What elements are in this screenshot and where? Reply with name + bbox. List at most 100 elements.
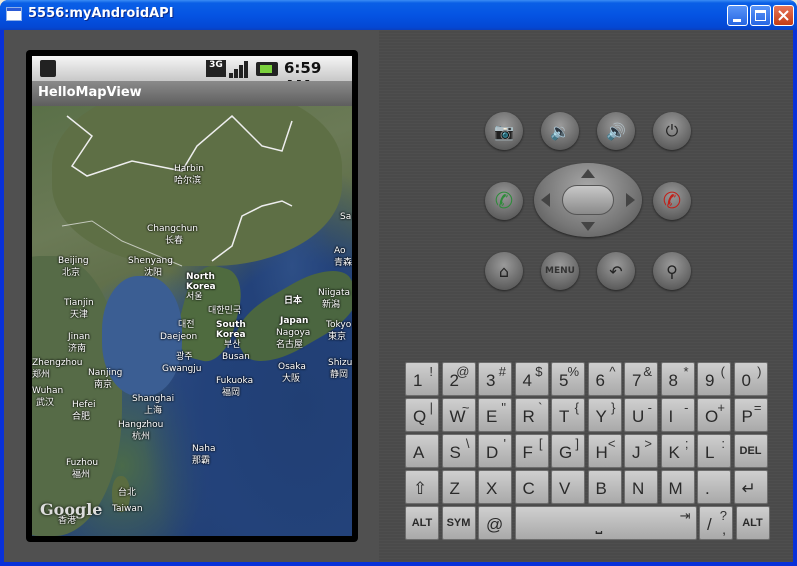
menu-button[interactable]: MENU [541,252,579,290]
key-label: B [595,479,607,498]
key-label: 7 [632,371,642,390]
key-p[interactable]: P = [733,398,768,432]
volume-down-button[interactable]: 🔉 [541,112,579,150]
map-label: 서울 [186,292,203,302]
back-button[interactable]: ↶ [597,252,635,290]
key-label: 4 [522,371,532,390]
key-m[interactable]: M [660,470,695,504]
map-view[interactable]: Harbin 哈尔滨 Changchun 长春 Shenyang 沈阳 Beijing 北京 T… [32,106,352,536]
key-alt-label: ` [538,400,543,415]
call-button[interactable]: ✆ [485,182,523,220]
key-2[interactable]: 2 @ [441,362,476,396]
dpad[interactable] [534,163,642,237]
key-d[interactable]: D ' [478,434,512,468]
volume-up-button[interactable]: 🔊 [597,112,635,150]
key-label: 0 [741,371,751,390]
key-4[interactable]: 4 $ [514,362,549,396]
key-x[interactable]: X [478,470,512,504]
map-label: Gwangju [162,364,202,374]
key-alt-right[interactable]: ALT [735,506,770,540]
key-c[interactable]: C [514,470,549,504]
key-z[interactable]: Z [441,470,476,504]
key-period[interactable]: . [697,470,731,504]
home-button[interactable]: ⌂ [485,252,523,290]
controls-panel: 📷 🔉 🔊 ⏻ ✆ ✆ ⌂ MENU ↶ ⚲ 1! 2 @3 #4 $5% 6 ^ 7 & 8 * 9(0) Q | W ~… [379,30,793,562]
map-label: 济南 [68,344,87,354]
key-slash[interactable]: /?, [699,506,733,540]
key-8[interactable]: 8 * [660,362,695,396]
phone-panel: 3G 6:59 AM HelloMapView [4,30,379,562]
key-alt-label: # [498,364,506,379]
key-alt-label: @ [456,364,470,379]
key-k[interactable]: K; [660,434,695,468]
dpad-center-button[interactable] [562,185,614,215]
key-shift[interactable]: ⇧ [405,470,439,504]
key-t[interactable]: T{ [551,398,585,432]
key-sym[interactable]: SYM [441,506,476,540]
key-i[interactable]: I- [660,398,695,432]
key-alt-label: : [721,436,725,451]
search-button[interactable]: ⚲ [653,252,691,290]
key-alt-label: ] [575,436,579,451]
emulator-client: 3G 6:59 AM HelloMapView [4,30,793,562]
key-u[interactable]: U- [624,398,658,432]
key-v[interactable]: V [551,470,585,504]
map-label: 合肥 [72,412,91,422]
key-delete[interactable]: DEL [733,434,768,468]
dpad-down-icon[interactable] [581,222,595,231]
key-f[interactable]: F[ [514,434,549,468]
power-button[interactable]: ⏻ [653,112,691,150]
map-label: 郑州 [32,370,51,380]
title-bar[interactable]: 5556:myAndroidAPI [0,0,797,30]
key-j[interactable]: J > [624,434,658,468]
key-w[interactable]: W ~ [441,398,476,432]
key-label: ALT [411,517,433,529]
maximize-button[interactable] [750,5,771,26]
key-label: M [668,479,683,498]
dpad-up-icon[interactable] [581,169,595,178]
key-a[interactable]: A [405,434,439,468]
map-label: 大阪 [282,374,301,384]
key-r[interactable]: R ` [514,398,549,432]
device-screen[interactable]: 3G 6:59 AM HelloMapView [32,56,352,536]
map-label: 福岡 [222,388,241,398]
volume-up-icon: 🔊 [606,121,626,141]
key-e[interactable]: E " [478,398,512,432]
screen-frame: 3G 6:59 AM HelloMapView [26,50,358,542]
key-q[interactable]: Q | [405,398,439,432]
dpad-left-icon[interactable] [541,193,550,207]
key-0[interactable]: 0) [733,362,768,396]
key-7[interactable]: 7 & [624,362,658,396]
home-icon: ⌂ [498,261,510,281]
key-9[interactable]: 9( [697,362,731,396]
key-6[interactable]: 6 ^ [587,362,622,396]
map-label: Busan [222,352,250,362]
end-call-button[interactable]: ✆ [653,182,691,220]
app-title-bar: HelloMapView [32,81,352,106]
key-1[interactable]: 1! [405,362,439,396]
close-button[interactable] [773,5,794,26]
volume-down-icon: 🔉 [550,121,570,141]
key-alt[interactable]: ALT [405,506,439,540]
key-alt-label: < [607,436,616,451]
key-3[interactable]: 3 # [478,362,512,396]
key-s[interactable]: S \ [441,434,476,468]
key-h[interactable]: H < [587,434,622,468]
key-n[interactable]: N [624,470,658,504]
minimize-button[interactable] [727,5,748,26]
key-label: ALT [742,517,763,529]
key-b[interactable]: B [587,470,622,504]
camera-button[interactable]: 📷 [485,112,523,150]
status-bar[interactable]: 3G 6:59 AM [32,56,352,95]
key-y[interactable]: Y} [587,398,622,432]
map-label: Osaka [278,362,306,372]
key-o[interactable]: O + [697,398,731,432]
key-l[interactable]: L: [697,434,731,468]
key-space[interactable]: ⎵ ⇥ [514,506,697,540]
dpad-right-icon[interactable] [626,193,635,207]
map-label: Sa [340,212,352,222]
key-enter[interactable]: ↵ [733,470,768,504]
key-at[interactable]: @ [478,506,512,540]
key-g[interactable]: G] [551,434,585,468]
key-5[interactable]: 5% [551,362,585,396]
